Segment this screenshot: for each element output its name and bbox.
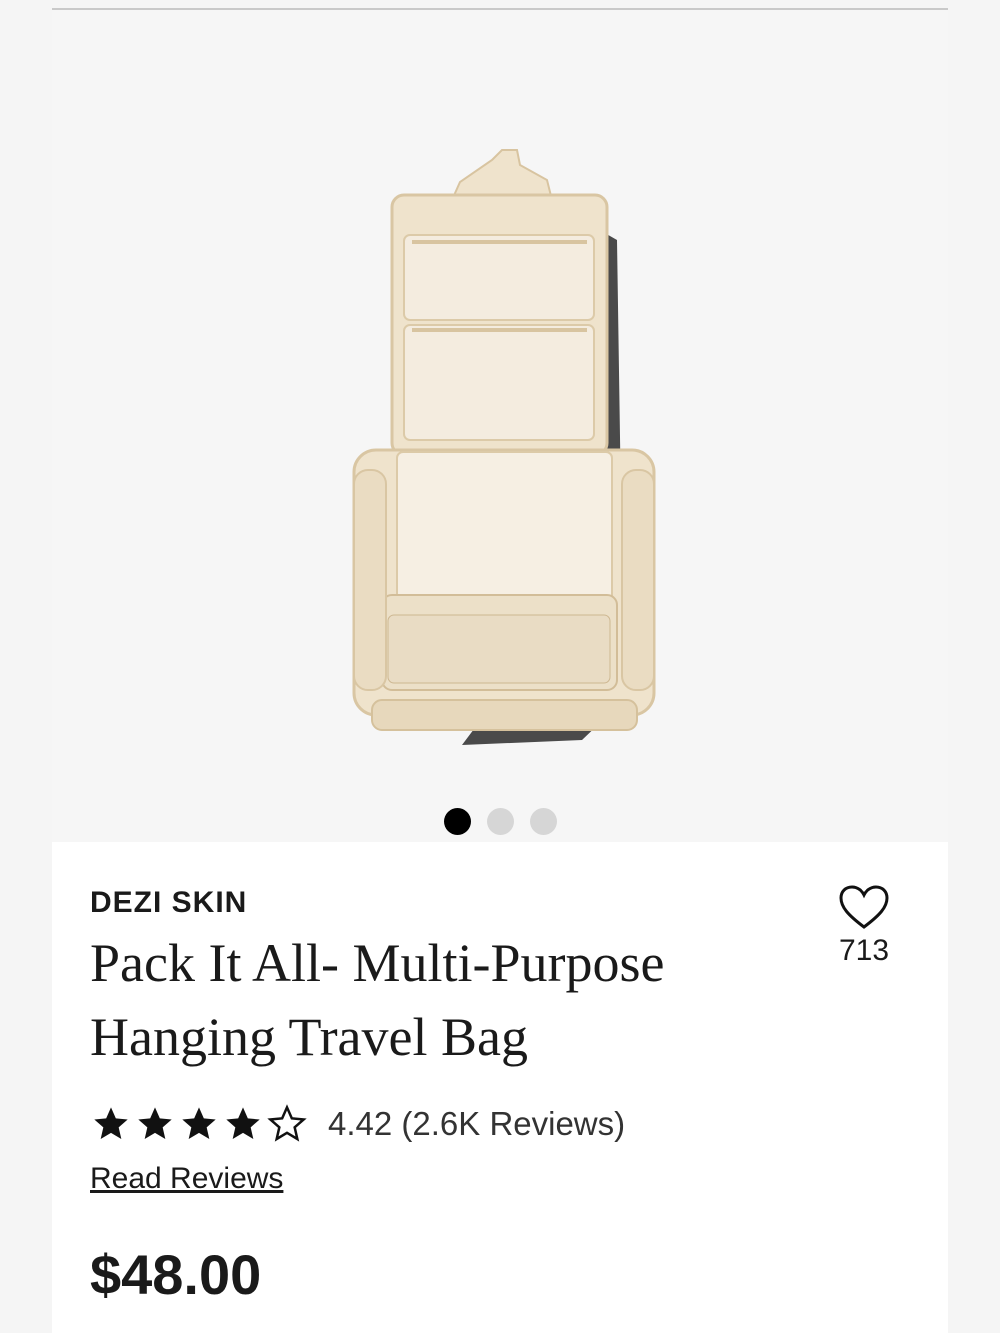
rating-row: 4.42 (2.6K Reviews) <box>90 1104 625 1144</box>
product-gallery[interactable] <box>52 10 948 842</box>
carousel-dot-2[interactable] <box>486 808 514 835</box>
product-info: DEZI SKIN Pack It All- Multi-Purpose Han… <box>52 842 948 1333</box>
star-filled-icon <box>182 1107 216 1139</box>
favorites-count: 713 <box>838 934 890 967</box>
star-empty-icon <box>267 1104 307 1142</box>
brand-name[interactable]: DEZI SKIN <box>90 886 247 920</box>
star-rating <box>90 1104 308 1144</box>
carousel-dot-1[interactable] <box>443 808 471 835</box>
product-card: DEZI SKIN Pack It All- Multi-Purpose Han… <box>52 10 948 1333</box>
product-image <box>352 149 656 745</box>
product-price: $48.00 <box>90 1243 262 1306</box>
carousel-dots <box>52 808 948 835</box>
carousel-dot-3[interactable] <box>529 808 557 835</box>
star-filled-icon <box>138 1107 172 1139</box>
favorite-button[interactable]: 713 <box>834 884 894 968</box>
star-filled-icon <box>94 1107 128 1139</box>
rating-summary: 4.42 (2.6K Reviews) <box>328 1105 626 1142</box>
heart-icon <box>839 885 889 929</box>
star-filled-icon <box>226 1107 260 1139</box>
read-reviews-link[interactable]: Read Reviews <box>90 1162 283 1196</box>
product-title: Pack It All- Multi-Purpose Hanging Trave… <box>90 933 665 1067</box>
